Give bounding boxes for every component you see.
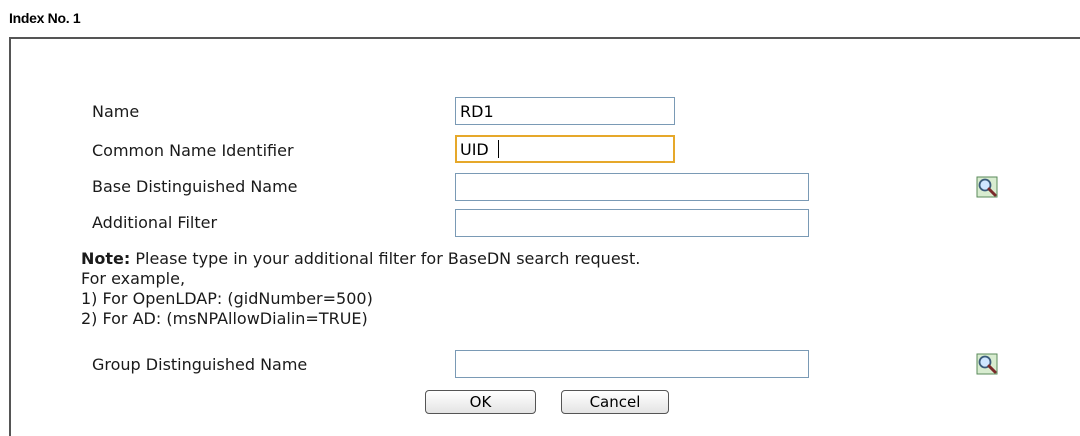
base-dn-input[interactable]: [455, 173, 809, 201]
ok-button[interactable]: OK: [425, 390, 536, 414]
base-dn-label: Base Distinguished Name: [92, 177, 298, 196]
common-name-identifier-label: Common Name Identifier: [92, 141, 294, 160]
additional-filter-input[interactable]: [455, 209, 809, 237]
additional-filter-label: Additional Filter: [92, 213, 218, 232]
note-line-openldap: 1) For OpenLDAP: (gidNumber=500): [81, 289, 373, 308]
text-caret: [498, 140, 499, 158]
note-prefix: Note:: [81, 249, 131, 268]
group-dn-search-button[interactable]: [976, 353, 998, 375]
note-line-example: For example,: [81, 269, 186, 288]
name-label: Name: [92, 102, 140, 121]
magnifier-search-icon: [976, 176, 998, 198]
note-line-ad: 2) For AD: (msNPAllowDialin=TRUE): [81, 309, 368, 328]
group-dn-input[interactable]: [455, 350, 809, 378]
group-dn-label: Group Distinguished Name: [92, 355, 308, 374]
common-name-identifier-input[interactable]: [455, 135, 675, 163]
note-text: Note: Please type in your additional fil…: [81, 249, 640, 269]
name-input[interactable]: [455, 97, 675, 125]
cancel-button[interactable]: Cancel: [561, 390, 669, 414]
index-title: Index No. 1: [9, 10, 81, 26]
magnifier-search-icon: [976, 353, 998, 375]
base-dn-search-button[interactable]: [976, 176, 998, 198]
note-body: Please type in your additional filter fo…: [130, 249, 641, 268]
